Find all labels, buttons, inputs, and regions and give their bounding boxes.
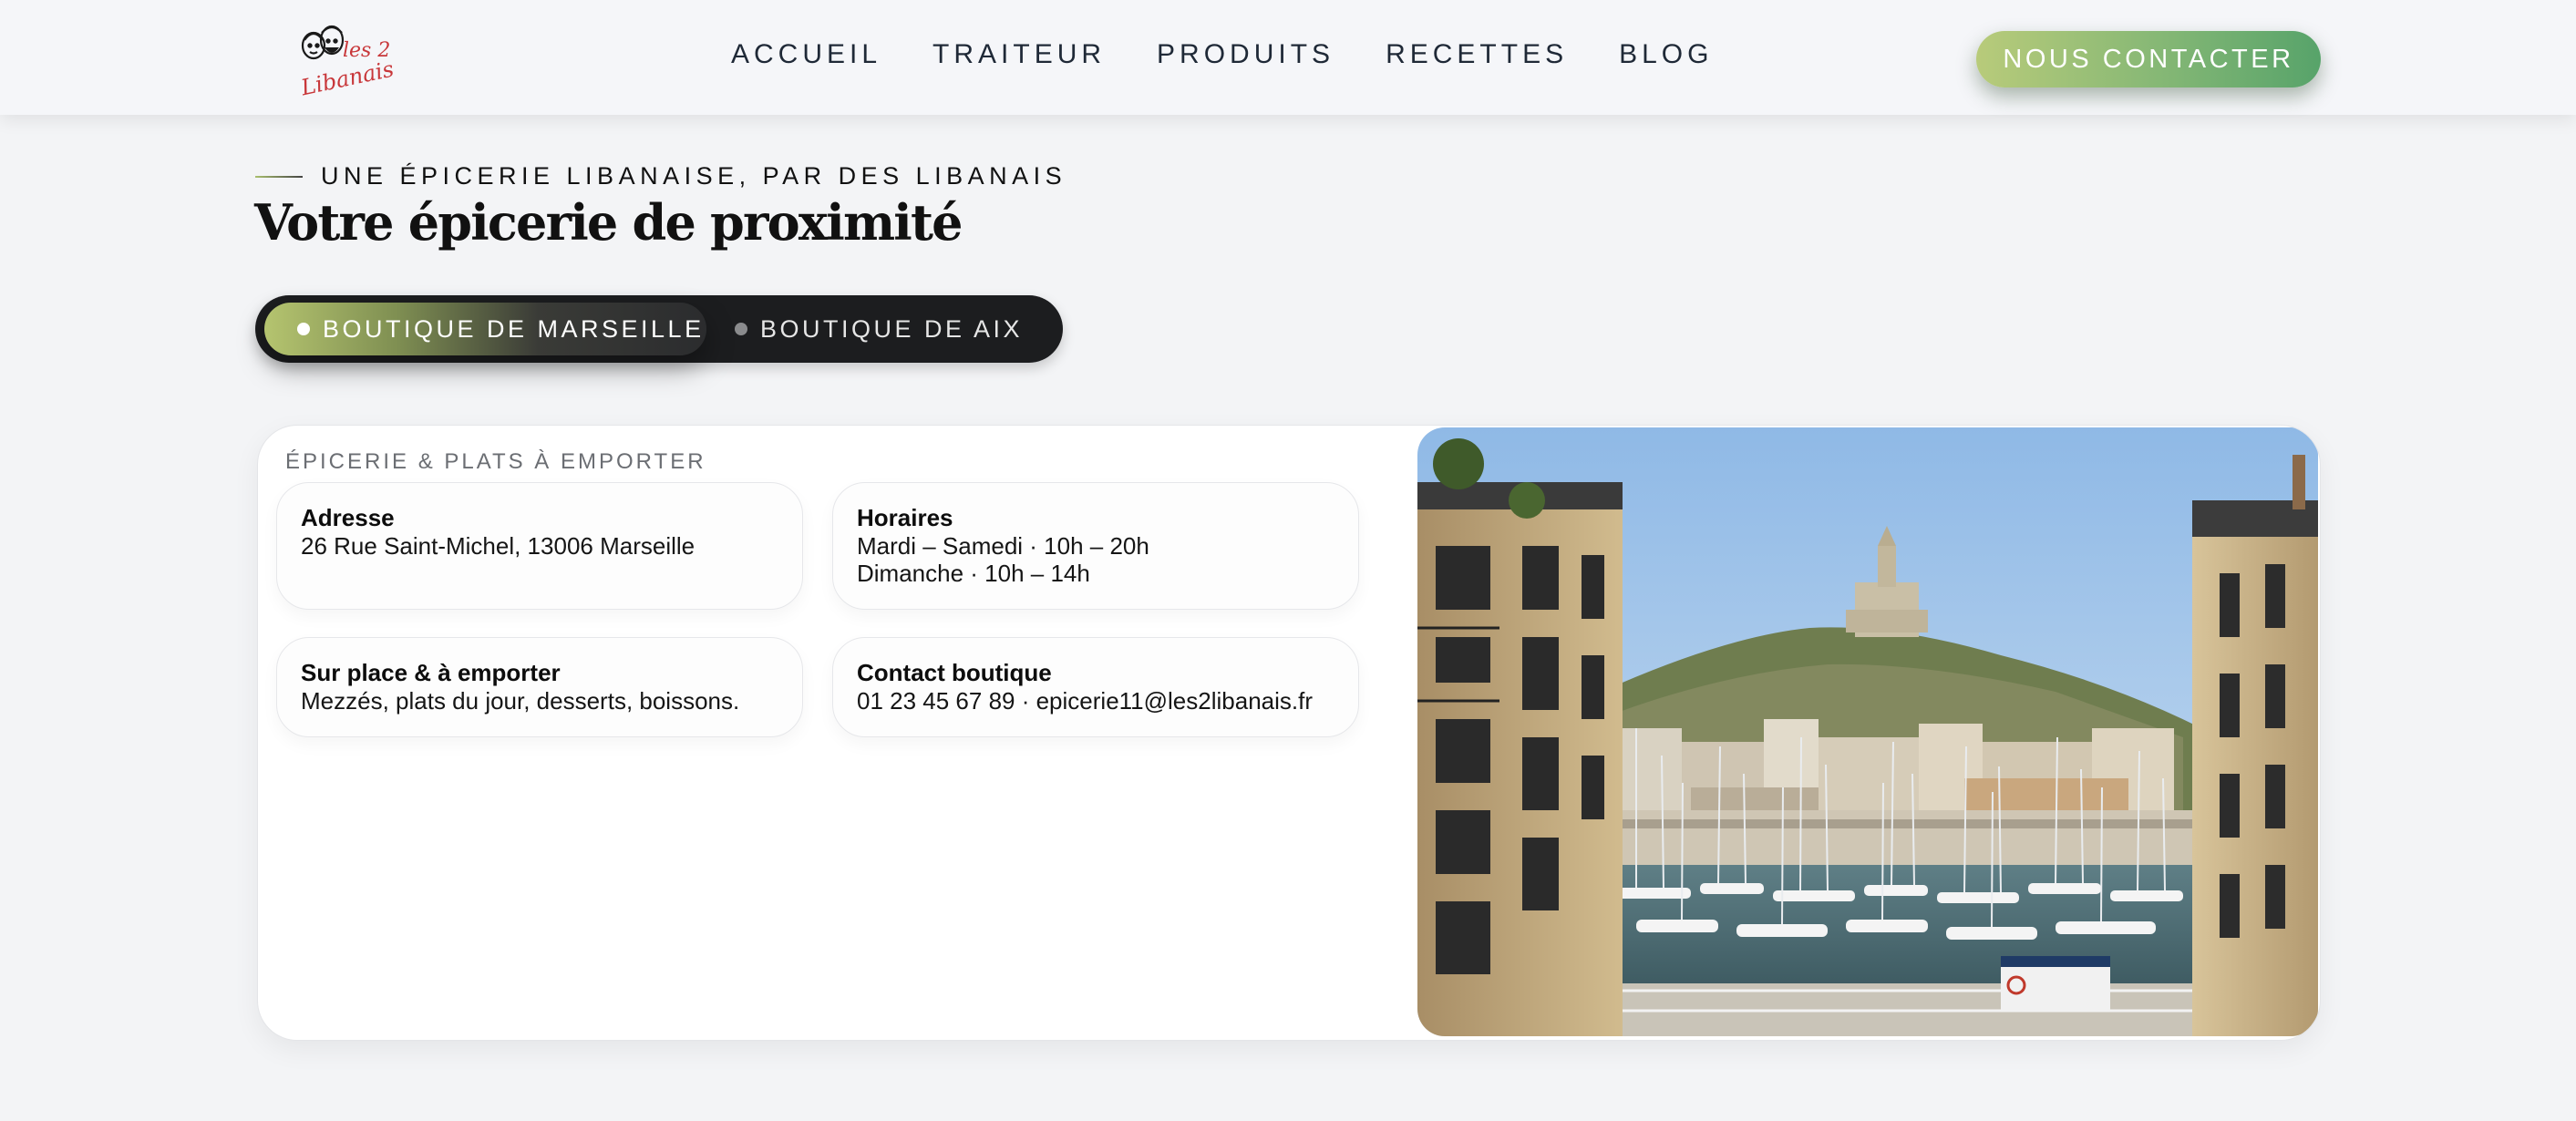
inactive-dot-icon: [735, 323, 747, 335]
info-title: Contact boutique: [857, 659, 1052, 686]
info-title: Sur place & à emporter: [301, 659, 561, 686]
marseille-harbour-photo: [1417, 427, 2318, 1036]
active-dot-icon: [297, 323, 310, 335]
tab-boutique-marseille[interactable]: BOUTIQUE DE MARSEILLE: [264, 303, 706, 355]
hero-eyebrow: UNE ÉPICERIE LIBANAISE, PAR DES LIBANAIS: [255, 162, 1066, 190]
nav-item-blog[interactable]: BLOG: [1619, 39, 1713, 70]
info-title: Horaires: [857, 504, 953, 531]
hours-weekday: Mardi – Samedi · 10h – 20h: [857, 532, 1149, 560]
logo-illustration: les 2 Libanais: [298, 25, 396, 101]
info-box-contact: Contact boutique 01 23 45 67 89 · epicer…: [832, 637, 1359, 737]
contact-text: 01 23 45 67 89 · epicerie11@les2libanais…: [857, 687, 1314, 715]
eyebrow-divider: [255, 175, 303, 178]
tab-label: BOUTIQUE DE MARSEILLE: [323, 314, 705, 343]
info-box-horaires: Horaires Mardi – Samedi · 10h – 20h Dima…: [832, 482, 1359, 610]
nav-item-produits[interactable]: PRODUITS: [1157, 39, 1334, 70]
tab-label: BOUTIQUE DE AIX: [760, 314, 1024, 343]
nav-item-recettes[interactable]: RECETTES: [1386, 39, 1568, 70]
logo[interactable]: les 2 Libanais: [294, 18, 396, 102]
tab-boutique-aix[interactable]: BOUTIQUE DE AIX: [726, 303, 1036, 355]
store-card: ÉPICERIE & PLATS À EMPORTER Adresse 26 R…: [257, 425, 2321, 1041]
main-nav: ACCUEIL TRAITEUR PRODUITS RECETTES BLOG: [731, 0, 1764, 109]
info-title: Adresse: [301, 504, 395, 531]
logo-text-bottom: Libanais: [298, 57, 394, 101]
contact-button[interactable]: NOUS CONTACTER: [1976, 31, 2321, 87]
offer-text: Mezzés, plats du jour, desserts, boisson…: [301, 687, 740, 715]
nav-item-traiteur[interactable]: TRAITEUR: [933, 39, 1106, 70]
eyebrow-text: UNE ÉPICERIE LIBANAISE, PAR DES LIBANAIS: [321, 162, 1067, 190]
store-category: ÉPICERIE & PLATS À EMPORTER: [285, 449, 706, 474]
page-title: Votre épicerie de proximité: [254, 193, 963, 252]
address-text: 26 Rue Saint-Michel, 13006 Marseille: [301, 532, 696, 560]
store-tabs: BOUTIQUE DE MARSEILLE BOUTIQUE DE AIX: [255, 295, 1063, 363]
hours-sunday: Dimanche · 10h – 14h: [857, 560, 1090, 587]
site-header: les 2 Libanais ACCUEIL TRAITEUR PRODUITS…: [0, 0, 2576, 115]
info-box-adresse: Adresse 26 Rue Saint-Michel, 13006 Marse…: [276, 482, 803, 610]
info-box-sur-place: Sur place & à emporter Mezzés, plats du …: [276, 637, 803, 737]
nav-item-accueil[interactable]: ACCUEIL: [731, 39, 881, 70]
